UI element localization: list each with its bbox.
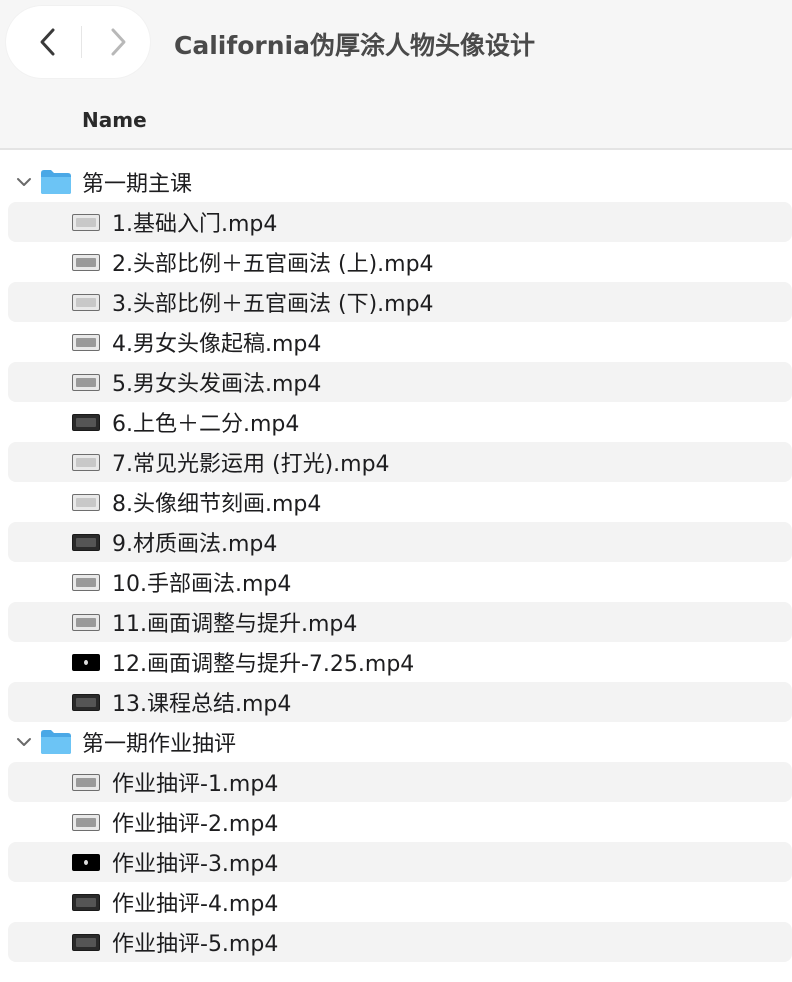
video-thumbnail-icon bbox=[72, 854, 100, 871]
video-thumbnail-icon bbox=[72, 534, 100, 551]
file-row[interactable]: 12.画面调整与提升-7.25.mp4 bbox=[8, 642, 792, 682]
chevron-right-icon bbox=[111, 28, 126, 56]
chevron-down-icon[interactable] bbox=[14, 732, 34, 752]
file-row[interactable]: 9.材质画法.mp4 bbox=[8, 522, 792, 562]
chevron-left-icon bbox=[40, 28, 55, 56]
file-row[interactable]: 5.男女头发画法.mp4 bbox=[8, 362, 792, 402]
column-name-header[interactable]: Name bbox=[82, 108, 147, 132]
video-thumbnail-icon bbox=[72, 614, 100, 631]
file-name: 作业抽评-1.mp4 bbox=[112, 772, 279, 797]
file-row[interactable]: 作业抽评-1.mp4 bbox=[8, 762, 792, 802]
file-name: 7.常见光影运用 (打光).mp4 bbox=[112, 452, 390, 477]
file-row[interactable]: 4.男女头像起稿.mp4 bbox=[8, 322, 792, 362]
video-thumbnail-icon bbox=[72, 254, 100, 271]
forward-button[interactable] bbox=[98, 22, 138, 62]
file-name: 4.男女头像起稿.mp4 bbox=[112, 332, 322, 357]
video-thumbnail-icon bbox=[72, 574, 100, 591]
folder-row[interactable]: 第一期作业抽评 bbox=[8, 722, 792, 762]
video-thumbnail-icon bbox=[72, 814, 100, 831]
folder-row[interactable]: 第一期主课 bbox=[8, 162, 792, 202]
file-row[interactable]: 6.上色＋二分.mp4 bbox=[8, 402, 792, 442]
file-name: 12.画面调整与提升-7.25.mp4 bbox=[112, 652, 415, 677]
file-name: 10.手部画法.mp4 bbox=[112, 572, 292, 597]
folder-name: 第一期主课 bbox=[82, 172, 193, 197]
file-name: 8.头像细节刻画.mp4 bbox=[112, 492, 322, 517]
file-name: 13.课程总结.mp4 bbox=[112, 692, 292, 717]
file-row[interactable]: 7.常见光影运用 (打光).mp4 bbox=[8, 442, 792, 482]
video-thumbnail-icon bbox=[72, 414, 100, 431]
video-thumbnail-icon bbox=[72, 294, 100, 311]
file-row[interactable]: 2.头部比例＋五官画法 (上).mp4 bbox=[8, 242, 792, 282]
video-thumbnail-icon bbox=[72, 694, 100, 711]
video-thumbnail-icon bbox=[72, 454, 100, 471]
file-row[interactable]: 13.课程总结.mp4 bbox=[8, 682, 792, 722]
chevron-down-icon[interactable] bbox=[14, 172, 34, 192]
nav-divider bbox=[81, 26, 82, 58]
file-name: 6.上色＋二分.mp4 bbox=[112, 412, 300, 437]
file-name: 作业抽评-3.mp4 bbox=[112, 852, 279, 877]
file-name: 5.男女头发画法.mp4 bbox=[112, 372, 322, 397]
file-row[interactable]: 10.手部画法.mp4 bbox=[8, 562, 792, 602]
folder-name: 第一期作业抽评 bbox=[82, 732, 237, 757]
file-row[interactable]: 3.头部比例＋五官画法 (下).mp4 bbox=[8, 282, 792, 322]
video-thumbnail-icon bbox=[72, 334, 100, 351]
file-row[interactable]: 作业抽评-3.mp4 bbox=[8, 842, 792, 882]
window-title: California伪厚涂人物头像设计 bbox=[174, 31, 535, 60]
file-row[interactable]: 作业抽评-2.mp4 bbox=[8, 802, 792, 842]
back-button[interactable] bbox=[28, 22, 68, 62]
file-row[interactable]: 作业抽评-5.mp4 bbox=[8, 922, 792, 962]
video-thumbnail-icon bbox=[72, 494, 100, 511]
file-name: 作业抽评-5.mp4 bbox=[112, 932, 279, 957]
video-thumbnail-icon bbox=[72, 934, 100, 951]
file-name: 9.材质画法.mp4 bbox=[112, 532, 278, 557]
folder-icon bbox=[41, 730, 71, 754]
video-thumbnail-icon bbox=[72, 654, 100, 671]
video-thumbnail-icon bbox=[72, 214, 100, 231]
video-thumbnail-icon bbox=[72, 374, 100, 391]
file-name: 2.头部比例＋五官画法 (上).mp4 bbox=[112, 252, 434, 277]
navigation-buttons bbox=[6, 6, 150, 78]
toolbar: California伪厚涂人物头像设计 bbox=[0, 0, 792, 88]
file-name: 3.头部比例＋五官画法 (下).mp4 bbox=[112, 292, 434, 317]
file-name: 作业抽评-2.mp4 bbox=[112, 812, 279, 837]
folder-icon bbox=[41, 170, 71, 194]
file-row[interactable]: 作业抽评-4.mp4 bbox=[8, 882, 792, 922]
file-name: 11.画面调整与提升.mp4 bbox=[112, 612, 358, 637]
video-thumbnail-icon bbox=[72, 894, 100, 911]
file-name: 1.基础入门.mp4 bbox=[112, 212, 278, 237]
column-header: Name bbox=[0, 88, 792, 150]
file-name: 作业抽评-4.mp4 bbox=[112, 892, 279, 917]
file-row[interactable]: 1.基础入门.mp4 bbox=[8, 202, 792, 242]
file-row[interactable]: 8.头像细节刻画.mp4 bbox=[8, 482, 792, 522]
file-row[interactable]: 11.画面调整与提升.mp4 bbox=[8, 602, 792, 642]
file-list: 第一期主课 1.基础入门.mp4 2.头部比例＋五官画法 (上).mp4 3.头部比例… bbox=[0, 162, 792, 962]
video-thumbnail-icon bbox=[72, 774, 100, 791]
